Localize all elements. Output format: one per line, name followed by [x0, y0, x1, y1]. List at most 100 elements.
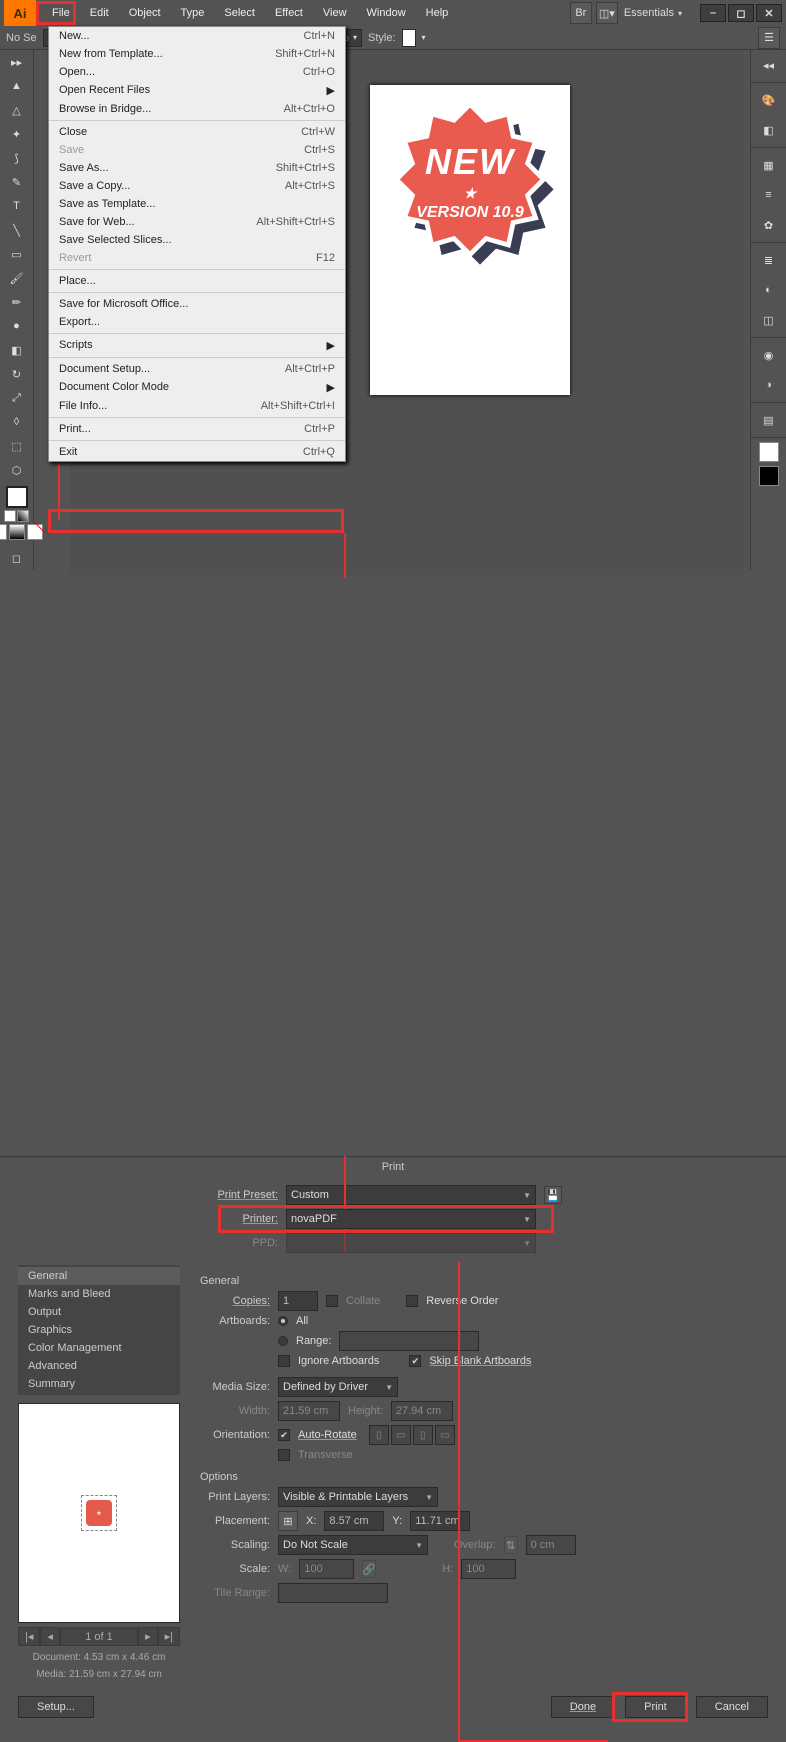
menuitem-save-for-microsoft-office[interactable]: Save for Microsoft Office...	[49, 295, 345, 313]
close-button[interactable]: ✕	[756, 4, 782, 22]
minimize-button[interactable]: –	[700, 4, 726, 22]
setup-button[interactable]: Setup...	[18, 1696, 94, 1718]
section-summary[interactable]: Summary	[18, 1375, 180, 1393]
direct-selection-tool[interactable]: △	[0, 98, 33, 122]
reverse-checkbox[interactable]	[406, 1295, 418, 1307]
magic-wand-tool[interactable]: ✦	[0, 122, 33, 146]
menuitem-new[interactable]: New...Ctrl+N	[49, 27, 345, 45]
rotate-tool[interactable]: ↻	[0, 362, 33, 386]
menuitem-save-for-web[interactable]: Save for Web...Alt+Shift+Ctrl+S	[49, 213, 345, 231]
scaling-select[interactable]: Do Not Scale▼	[278, 1535, 428, 1555]
scale-tool[interactable]: ⤢	[0, 386, 33, 410]
lasso-tool[interactable]: ⟆	[0, 146, 33, 170]
symbols-panel-icon[interactable]: ✿	[751, 210, 786, 240]
swatches-panel-icon[interactable]: ▦	[751, 150, 786, 180]
menuitem-print[interactable]: Print...Ctrl+P	[49, 420, 345, 438]
color-panel-icon[interactable]: 🎨	[751, 85, 786, 115]
section-advanced[interactable]: Advanced	[18, 1357, 180, 1375]
menuitem-open[interactable]: Open...Ctrl+O	[49, 63, 345, 81]
fill-swatch-right[interactable]	[759, 442, 779, 462]
menuitem-save-selected-slices[interactable]: Save Selected Slices...	[49, 231, 345, 249]
menuitem-document-color-mode[interactable]: Document Color Mode▶	[49, 378, 345, 397]
color-guide-icon[interactable]: ◧	[751, 115, 786, 145]
arrange-icon[interactable]: ◫▾	[596, 2, 618, 24]
gradient-panel-icon[interactable]: ◐	[751, 275, 786, 305]
default-swatch-icon[interactable]	[4, 510, 16, 522]
section-general[interactable]: General	[18, 1267, 180, 1285]
menuitem-open-recent-files[interactable]: Open Recent Files▶	[49, 81, 345, 100]
menuitem-scripts[interactable]: Scripts▶	[49, 336, 345, 355]
menu-type[interactable]: Type	[177, 5, 209, 21]
width-tool[interactable]: ◊	[0, 410, 33, 434]
shape-builder-tool[interactable]: ⬡	[0, 458, 33, 482]
media-size-select[interactable]: Defined by Driver▼	[278, 1377, 398, 1397]
color-mode-icon[interactable]	[0, 524, 7, 540]
auto-rotate-checkbox[interactable]: ✔	[278, 1429, 290, 1441]
section-colormgmt[interactable]: Color Management	[18, 1339, 180, 1357]
fill-stroke-swatches[interactable]: ◻	[0, 482, 33, 574]
stroke-swatch-right[interactable]	[759, 466, 779, 486]
pencil-tool[interactable]: ✏	[0, 290, 33, 314]
paintbrush-tool[interactable]: 🖌	[0, 266, 33, 290]
line-tool[interactable]: ╲	[0, 218, 33, 242]
menu-view[interactable]: View	[319, 5, 351, 21]
appearance-panel-icon[interactable]: ◉	[751, 340, 786, 370]
printer-select[interactable]: novaPDF▼	[286, 1209, 536, 1229]
style-field[interactable]	[402, 29, 416, 47]
save-preset-icon[interactable]: 💾	[544, 1186, 562, 1204]
all-radio[interactable]	[278, 1316, 288, 1326]
collapse-icon[interactable]: ◂◂	[751, 50, 786, 80]
print-button[interactable]: Print	[625, 1696, 686, 1718]
placement-x-input[interactable]	[324, 1511, 384, 1531]
menuitem-document-setup[interactable]: Document Setup...Alt+Ctrl+P	[49, 360, 345, 378]
placement-y-input[interactable]	[410, 1511, 470, 1531]
panel-flyout-icon[interactable]: ☰	[758, 27, 780, 49]
swap-swatch-icon[interactable]	[17, 510, 29, 522]
menu-help[interactable]: Help	[422, 5, 453, 21]
type-tool[interactable]: T	[0, 194, 33, 218]
screen-mode-icon[interactable]: ◻	[12, 546, 21, 570]
menu-object[interactable]: Object	[125, 5, 165, 21]
menuitem-save-as-template[interactable]: Save as Template...	[49, 195, 345, 213]
menu-window[interactable]: Window	[363, 5, 410, 21]
gradient-mode-icon[interactable]	[9, 524, 25, 540]
menuitem-new-from-template[interactable]: New from Template...Shift+Ctrl+N	[49, 45, 345, 63]
print-layers-select[interactable]: Visible & Printable Layers▼	[278, 1487, 438, 1507]
none-mode-icon[interactable]	[27, 524, 43, 540]
pen-tool[interactable]: ✎	[0, 170, 33, 194]
section-output[interactable]: Output	[18, 1303, 180, 1321]
menuitem-export[interactable]: Export...	[49, 313, 345, 331]
pager-next-icon[interactable]: ▸	[138, 1627, 158, 1646]
menu-effect[interactable]: Effect	[271, 5, 307, 21]
menuitem-save-as[interactable]: Save As...Shift+Ctrl+S	[49, 159, 345, 177]
brushes-panel-icon[interactable]: ≡	[751, 180, 786, 210]
layers-panel-icon[interactable]: ▤	[751, 405, 786, 435]
blob-brush-tool[interactable]: ●	[0, 314, 33, 338]
menuitem-exit[interactable]: ExitCtrl+Q	[49, 443, 345, 461]
workspace-switcher[interactable]: Essentials ▾	[618, 7, 688, 19]
menu-file[interactable]: File	[48, 5, 74, 21]
done-button[interactable]: Done	[551, 1696, 615, 1718]
menu-select[interactable]: Select	[220, 5, 259, 21]
menuitem-file-info[interactable]: File Info...Alt+Shift+Ctrl+I	[49, 397, 345, 415]
skip-blank-checkbox[interactable]: ✔	[409, 1355, 421, 1367]
pager-last-icon[interactable]: ▸|	[158, 1627, 180, 1646]
menuitem-browse-in-bridge[interactable]: Browse in Bridge...Alt+Ctrl+O	[49, 100, 345, 118]
maximize-button[interactable]: ◻	[728, 4, 754, 22]
transparency-panel-icon[interactable]: ◫	[751, 305, 786, 335]
expand-icon[interactable]: ▸▸	[0, 50, 33, 74]
ignore-artboards-checkbox[interactable]	[278, 1355, 290, 1367]
selection-tool[interactable]: ▲	[0, 74, 33, 98]
style-dropdown-arrow[interactable]: ▾	[422, 33, 426, 42]
rectangle-tool[interactable]: ▭	[0, 242, 33, 266]
pager-prev-icon[interactable]: ◂	[40, 1627, 60, 1646]
section-graphics[interactable]: Graphics	[18, 1321, 180, 1339]
menuitem-close[interactable]: CloseCtrl+W	[49, 123, 345, 141]
stroke-panel-icon[interactable]: ≣	[751, 245, 786, 275]
menuitem-place[interactable]: Place...	[49, 272, 345, 290]
bridge-icon[interactable]: Br	[570, 2, 592, 24]
eraser-tool[interactable]: ◧	[0, 338, 33, 362]
placement-proxy-icon[interactable]: ⊞	[278, 1511, 298, 1531]
copies-input[interactable]	[278, 1291, 318, 1311]
range-radio[interactable]	[278, 1336, 288, 1346]
